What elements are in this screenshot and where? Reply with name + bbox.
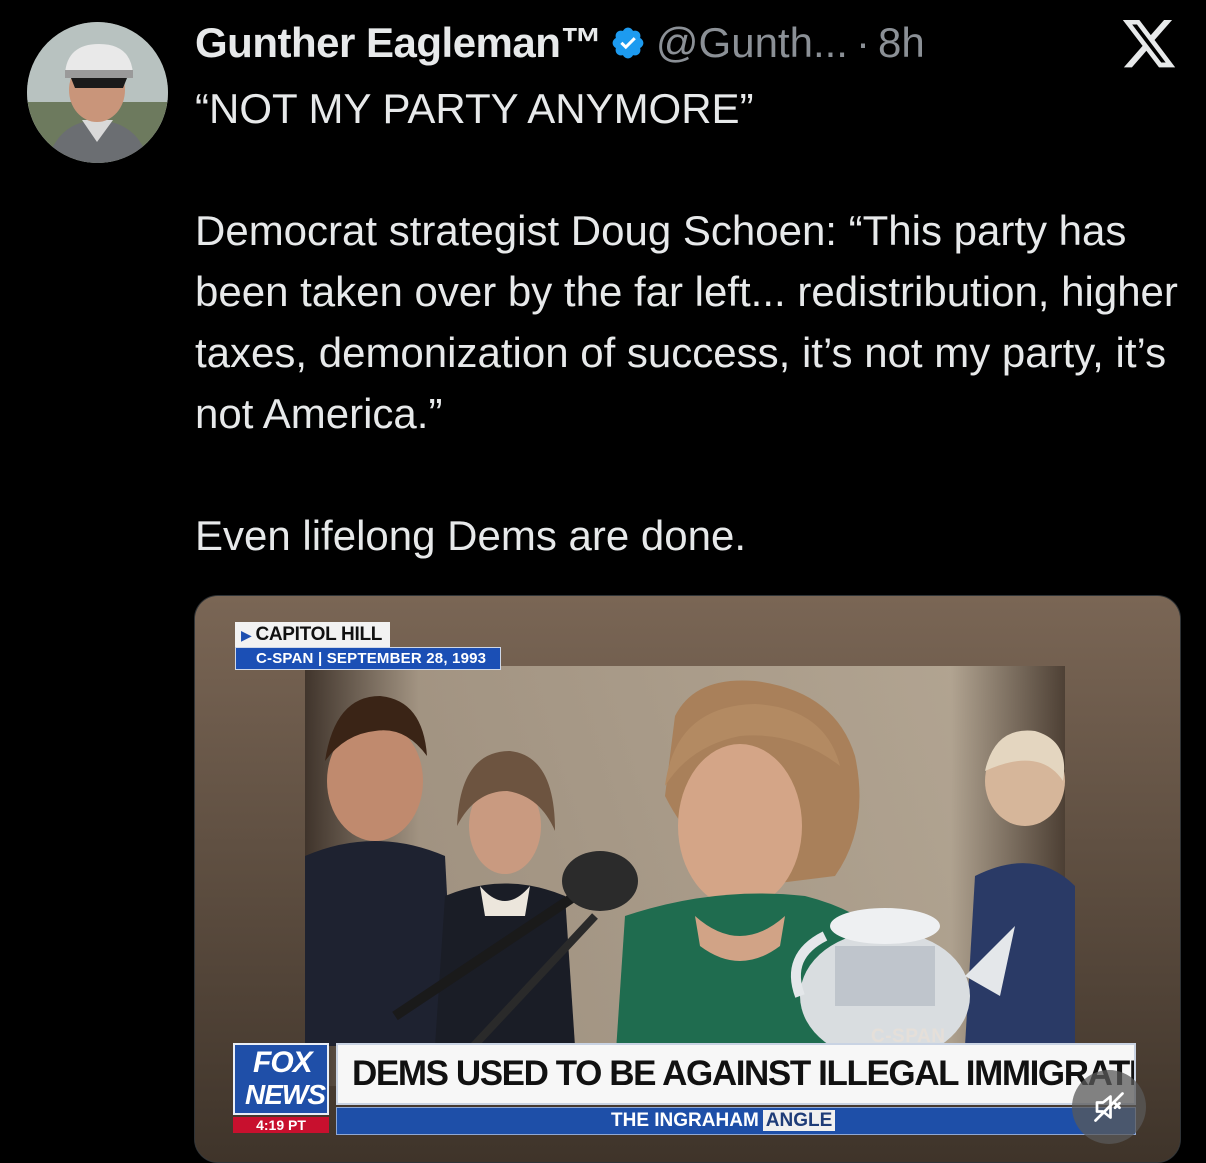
play-triangle-icon: ▶ <box>241 627 252 643</box>
news-chyron: DEMS USED TO BE AGAINST ILLEGAL IMMIGRAT… <box>336 1043 1136 1105</box>
video-player[interactable]: ▶ CAPITOL HILL C-SPAN | SEPTEMBER 28, 199… <box>194 595 1181 1163</box>
timestamp[interactable]: 8h <box>878 19 925 67</box>
avatar[interactable] <box>27 22 168 163</box>
broadcast-time: 4:19 PT <box>233 1117 329 1133</box>
location-lower-third: ▶ CAPITOL HILL C-SPAN | SEPTEMBER 28, 199… <box>235 622 502 670</box>
mute-button[interactable] <box>1072 1070 1146 1144</box>
display-name[interactable]: Gunther Eagleman™ <box>195 19 602 67</box>
show-name: THE INGRAHAM ANGLE <box>611 1110 836 1132</box>
tweet-text: “NOT MY PARTY ANYMORE” Democrat strategi… <box>195 78 1195 566</box>
fox-word: FOX <box>253 1046 313 1079</box>
tweet-closing: Even lifelong Dems are done. <box>195 512 746 559</box>
news-word: NEWS <box>245 1079 326 1110</box>
fox-news-logo: FOX NEWS 4:19 PT <box>233 1043 329 1133</box>
fox-logo-box: FOX NEWS <box>233 1043 329 1115</box>
location-label: ▶ CAPITOL HILL <box>235 622 391 647</box>
tweet-header: Gunther Eagleman™ @Gunth... · 8h <box>195 14 925 72</box>
x-logo-icon[interactable] <box>1122 20 1176 68</box>
author-handle[interactable]: @Gunth... <box>656 19 848 67</box>
tweet-quote: Democrat strategist Doug Schoen: “This p… <box>195 207 1178 437</box>
separator-dot: · <box>855 19 870 66</box>
source-label: C-SPAN | SEPTEMBER 28, 1993 <box>235 647 502 670</box>
muted-speaker-icon <box>1094 1092 1124 1122</box>
tweet-headline: “NOT MY PARTY ANYMORE” <box>195 85 754 132</box>
verified-badge-icon <box>612 27 644 59</box>
show-bar: THE INGRAHAM ANGLE <box>336 1107 1136 1135</box>
